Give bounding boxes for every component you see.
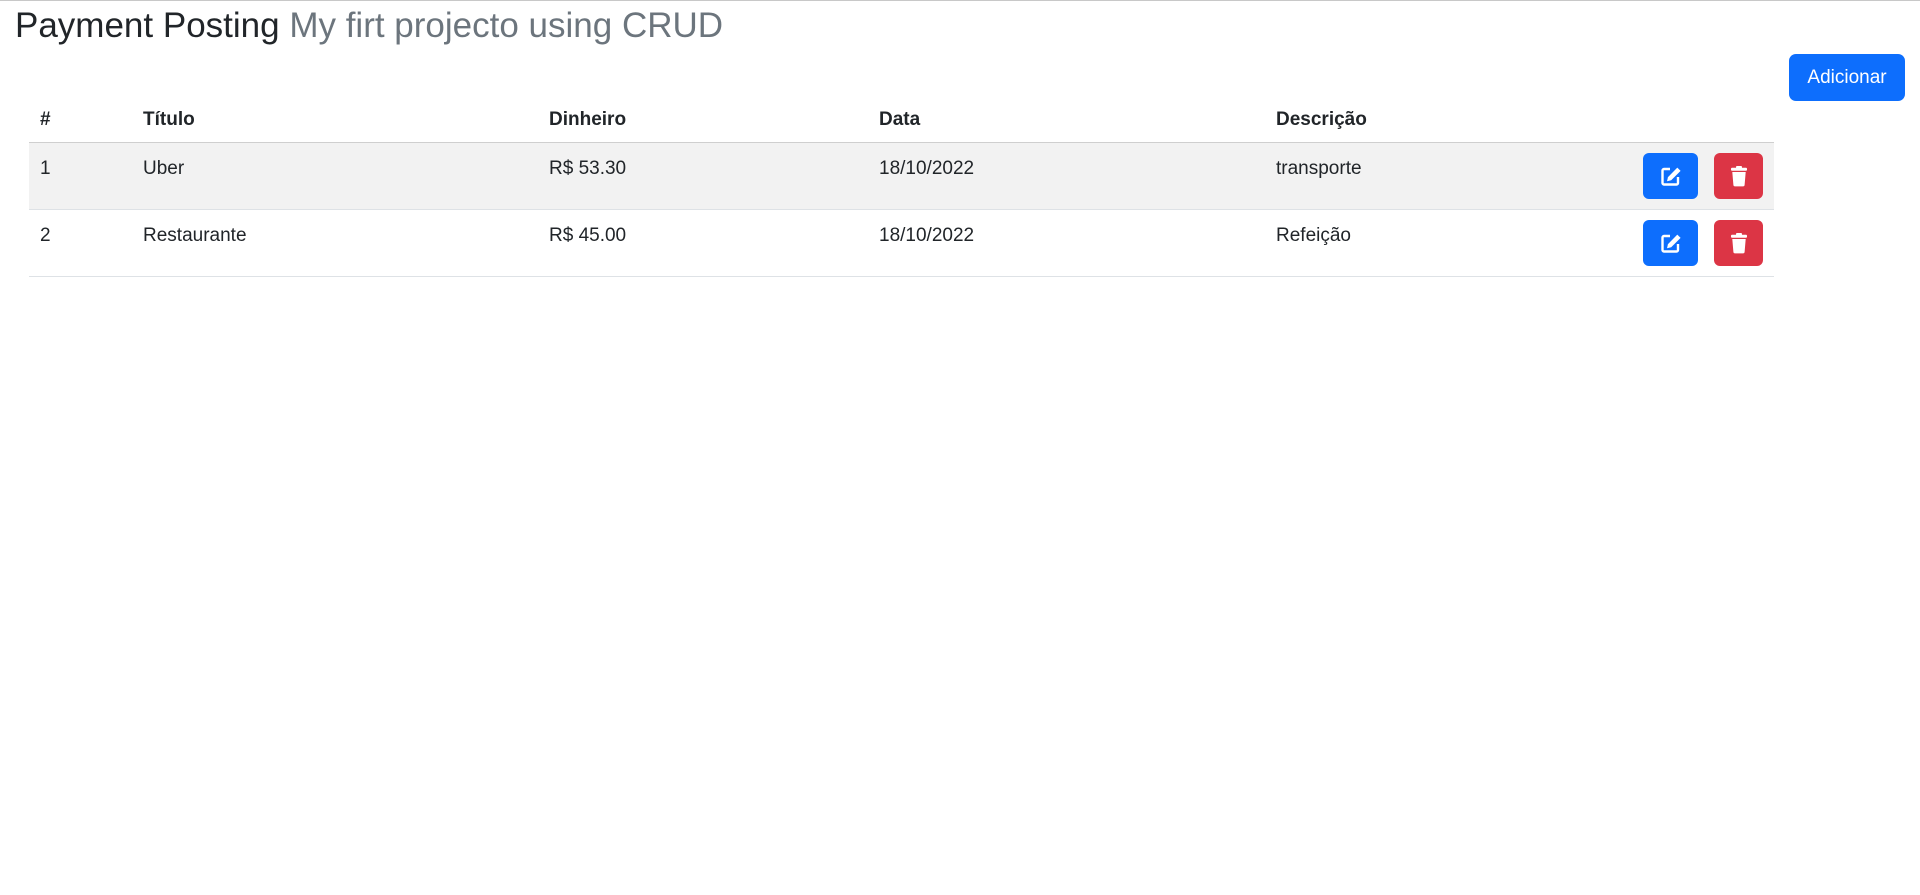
column-header-date: Data — [868, 98, 1265, 143]
cell-title: Uber — [132, 142, 538, 210]
cell-id: 1 — [29, 142, 132, 210]
page-title: Payment Posting My firt projecto using C… — [15, 4, 723, 48]
cell-title: Restaurante — [132, 209, 538, 277]
column-header-actions — [1587, 98, 1774, 143]
delete-button[interactable] — [1714, 220, 1763, 266]
cell-actions — [1587, 142, 1774, 210]
cell-date: 18/10/2022 — [868, 209, 1265, 277]
page-subtitle: My firt projecto using CRUD — [289, 6, 724, 45]
cell-description: Refeição — [1265, 209, 1587, 277]
cell-money: R$ 53.30 — [538, 142, 868, 210]
table-row: 2 Restaurante R$ 45.00 18/10/2022 Refeiç… — [29, 209, 1774, 277]
top-border — [0, 0, 1920, 1]
edit-icon — [1660, 167, 1681, 186]
column-header-description: Descrição — [1265, 98, 1587, 143]
trash-icon — [1730, 233, 1747, 254]
trash-icon — [1730, 166, 1747, 187]
add-button[interactable]: Adicionar — [1789, 54, 1905, 101]
page-title-main: Payment Posting — [15, 6, 280, 45]
cell-id: 2 — [29, 209, 132, 277]
cell-actions — [1587, 209, 1774, 277]
edit-icon — [1660, 234, 1681, 253]
delete-button[interactable] — [1714, 153, 1763, 199]
payments-table: # Título Dinheiro Data Descrição 1 Uber … — [29, 98, 1774, 277]
edit-button[interactable] — [1643, 153, 1698, 199]
cell-date: 18/10/2022 — [868, 142, 1265, 210]
cell-description: transporte — [1265, 142, 1587, 210]
column-header-title: Título — [132, 98, 538, 143]
table-row: 1 Uber R$ 53.30 18/10/2022 transporte — [29, 142, 1774, 210]
column-header-money: Dinheiro — [538, 98, 868, 143]
cell-money: R$ 45.00 — [538, 209, 868, 277]
edit-button[interactable] — [1643, 220, 1698, 266]
column-header-number: # — [29, 98, 132, 143]
table-header-row: # Título Dinheiro Data Descrição — [29, 98, 1774, 143]
